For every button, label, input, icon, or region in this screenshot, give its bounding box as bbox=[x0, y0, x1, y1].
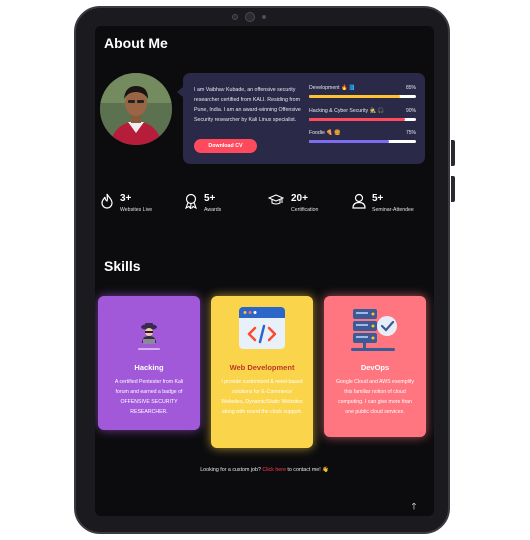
skill-percent: 90% bbox=[405, 108, 416, 114]
stat-caption: Seminar-Attendee bbox=[372, 207, 414, 213]
server-check-icon bbox=[351, 309, 397, 351]
code-window-icon bbox=[239, 307, 285, 349]
award-icon bbox=[185, 193, 197, 209]
stat-caption: Certification bbox=[291, 207, 319, 213]
about-title: About Me bbox=[104, 35, 168, 51]
footer-prefix: Looking for a custom job? bbox=[200, 467, 263, 473]
volume-button bbox=[451, 176, 455, 202]
card-title: Web Development bbox=[229, 363, 295, 372]
screen: About Me I am Vaibhav Kubade, an offensi… bbox=[95, 26, 434, 516]
fire-icon bbox=[101, 193, 113, 209]
footer-contact: Looking for a custom job? Click here to … bbox=[95, 467, 434, 473]
hacker-icon bbox=[141, 323, 157, 344]
stat-number: 20+ bbox=[291, 193, 308, 204]
skill-fill bbox=[309, 118, 406, 121]
volume-button bbox=[451, 140, 455, 166]
footer-suffix: to contact me! 👋 bbox=[285, 467, 329, 473]
arrow-up-icon[interactable]: 🡑 bbox=[409, 501, 419, 511]
avatar bbox=[100, 73, 172, 145]
camera-bar bbox=[230, 12, 270, 22]
stat-number: 3+ bbox=[120, 193, 132, 204]
graduation-cap-icon bbox=[268, 194, 284, 205]
download-cv-button[interactable]: Download CV bbox=[194, 139, 257, 153]
skill-label: Foodie 🍕 🍔 bbox=[309, 130, 341, 136]
user-icon bbox=[352, 193, 366, 209]
skill-fill bbox=[309, 95, 400, 98]
card-description: I provide customized & need-based soluti… bbox=[221, 379, 303, 415]
card-description: A certified Pentester from Kali forum an… bbox=[114, 379, 184, 415]
skills-title: Skills bbox=[104, 258, 141, 274]
skill-card-web-development[interactable]: Web Development I provide customized & n… bbox=[211, 296, 313, 448]
skill-fill bbox=[309, 140, 390, 143]
stat-caption: Awards bbox=[204, 207, 222, 213]
skill-percent: 85% bbox=[405, 85, 416, 91]
card-title: DevOps bbox=[360, 363, 390, 372]
skill-card-hacking[interactable]: Hacking A certified Pentester from Kali … bbox=[98, 296, 200, 430]
stat-number: 5+ bbox=[372, 193, 384, 204]
about-card: I am Vaibhav Kubade, an offensive securi… bbox=[177, 73, 425, 164]
skill-card-devops[interactable]: DevOps Google Cloud and AWS exemplify th… bbox=[324, 296, 426, 437]
contact-link[interactable]: Click here bbox=[262, 467, 286, 473]
stat-number: 5+ bbox=[204, 193, 216, 204]
stat-caption: Websites Live bbox=[120, 207, 153, 213]
about-bio: I am Vaibhav Kubade, an offensive securi… bbox=[194, 87, 301, 123]
skill-percent: 75% bbox=[405, 130, 416, 136]
card-title: Hacking bbox=[134, 363, 164, 372]
skill-label: Development 🔥 📘 bbox=[309, 85, 356, 91]
card-description: Google Cloud and AWS exemplify this fami… bbox=[336, 379, 414, 415]
skill-label: Hacking & Cyber Security 🕵️ 🎧 bbox=[309, 108, 384, 114]
